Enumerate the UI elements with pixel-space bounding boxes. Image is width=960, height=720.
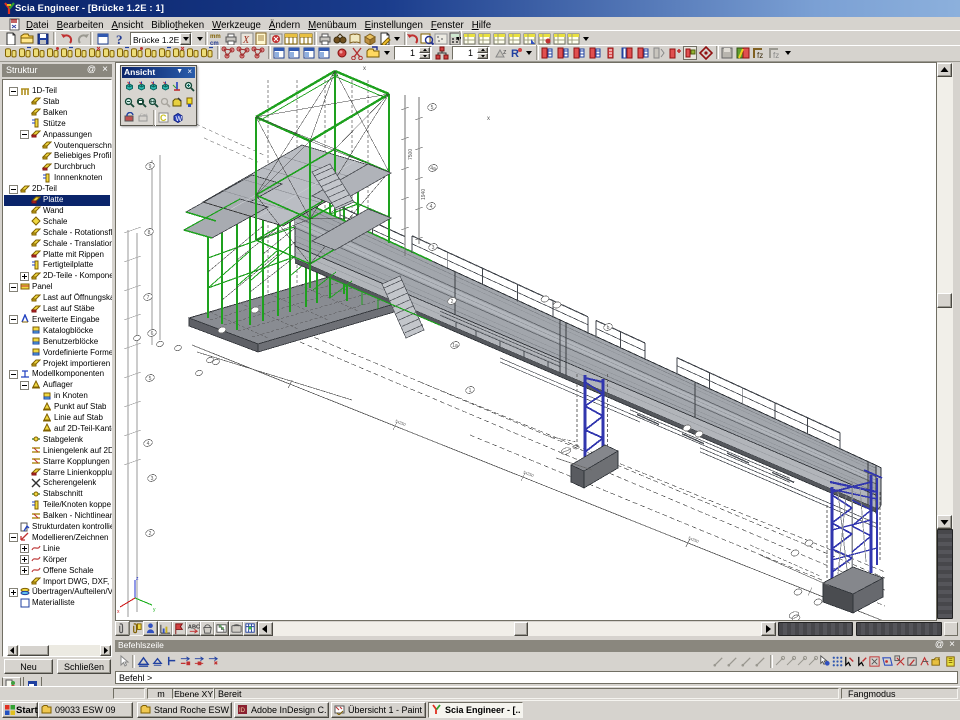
svg-text:Cad: Cad [140, 112, 147, 117]
svg-text:4: 4 [147, 441, 150, 447]
svg-text:5x250: 5x250 [688, 535, 701, 544]
svg-text:x: x [117, 609, 120, 615]
svg-text:5: 5 [149, 376, 152, 382]
svg-text:4a: 4a [430, 166, 436, 172]
svg-text:4: 4 [430, 204, 433, 210]
svg-text:6: 6 [151, 331, 154, 337]
svg-text:7: 7 [147, 295, 150, 301]
svg-text:mm: mm [210, 34, 221, 40]
svg-text:ID: ID [239, 708, 246, 714]
svg-text:2: 2 [451, 299, 454, 305]
svg-text:fz: fz [773, 51, 779, 60]
svg-text:x: x [487, 116, 490, 122]
svg-text:3: 3 [432, 245, 435, 251]
svg-text:C: C [160, 113, 167, 123]
svg-text:2: 2 [149, 531, 152, 537]
svg-text:R: R [511, 48, 519, 60]
svg-text:5x250: 5x250 [395, 418, 408, 427]
svg-text:z: z [136, 576, 139, 582]
svg-text:y: y [153, 607, 156, 613]
svg-text:8: 8 [148, 230, 151, 236]
svg-text:?: ? [116, 32, 123, 46]
svg-text:z: z [503, 49, 507, 56]
svg-text:5x250: 5x250 [523, 469, 536, 478]
svg-text:ABC: ABC [188, 625, 200, 631]
svg-text:1a: 1a [452, 343, 458, 349]
svg-text:1940: 1940 [421, 189, 427, 200]
svg-text:fz: fz [757, 51, 763, 60]
svg-text:1: 1 [469, 388, 472, 394]
svg-text:x: x [363, 66, 366, 72]
svg-text:b: b [607, 325, 610, 331]
svg-text:3: 3 [151, 476, 154, 482]
svg-text:W: W [176, 116, 183, 123]
svg-text:5: 5 [431, 105, 434, 111]
svg-text:7500: 7500 [408, 149, 414, 160]
svg-text:9: 9 [149, 164, 152, 170]
